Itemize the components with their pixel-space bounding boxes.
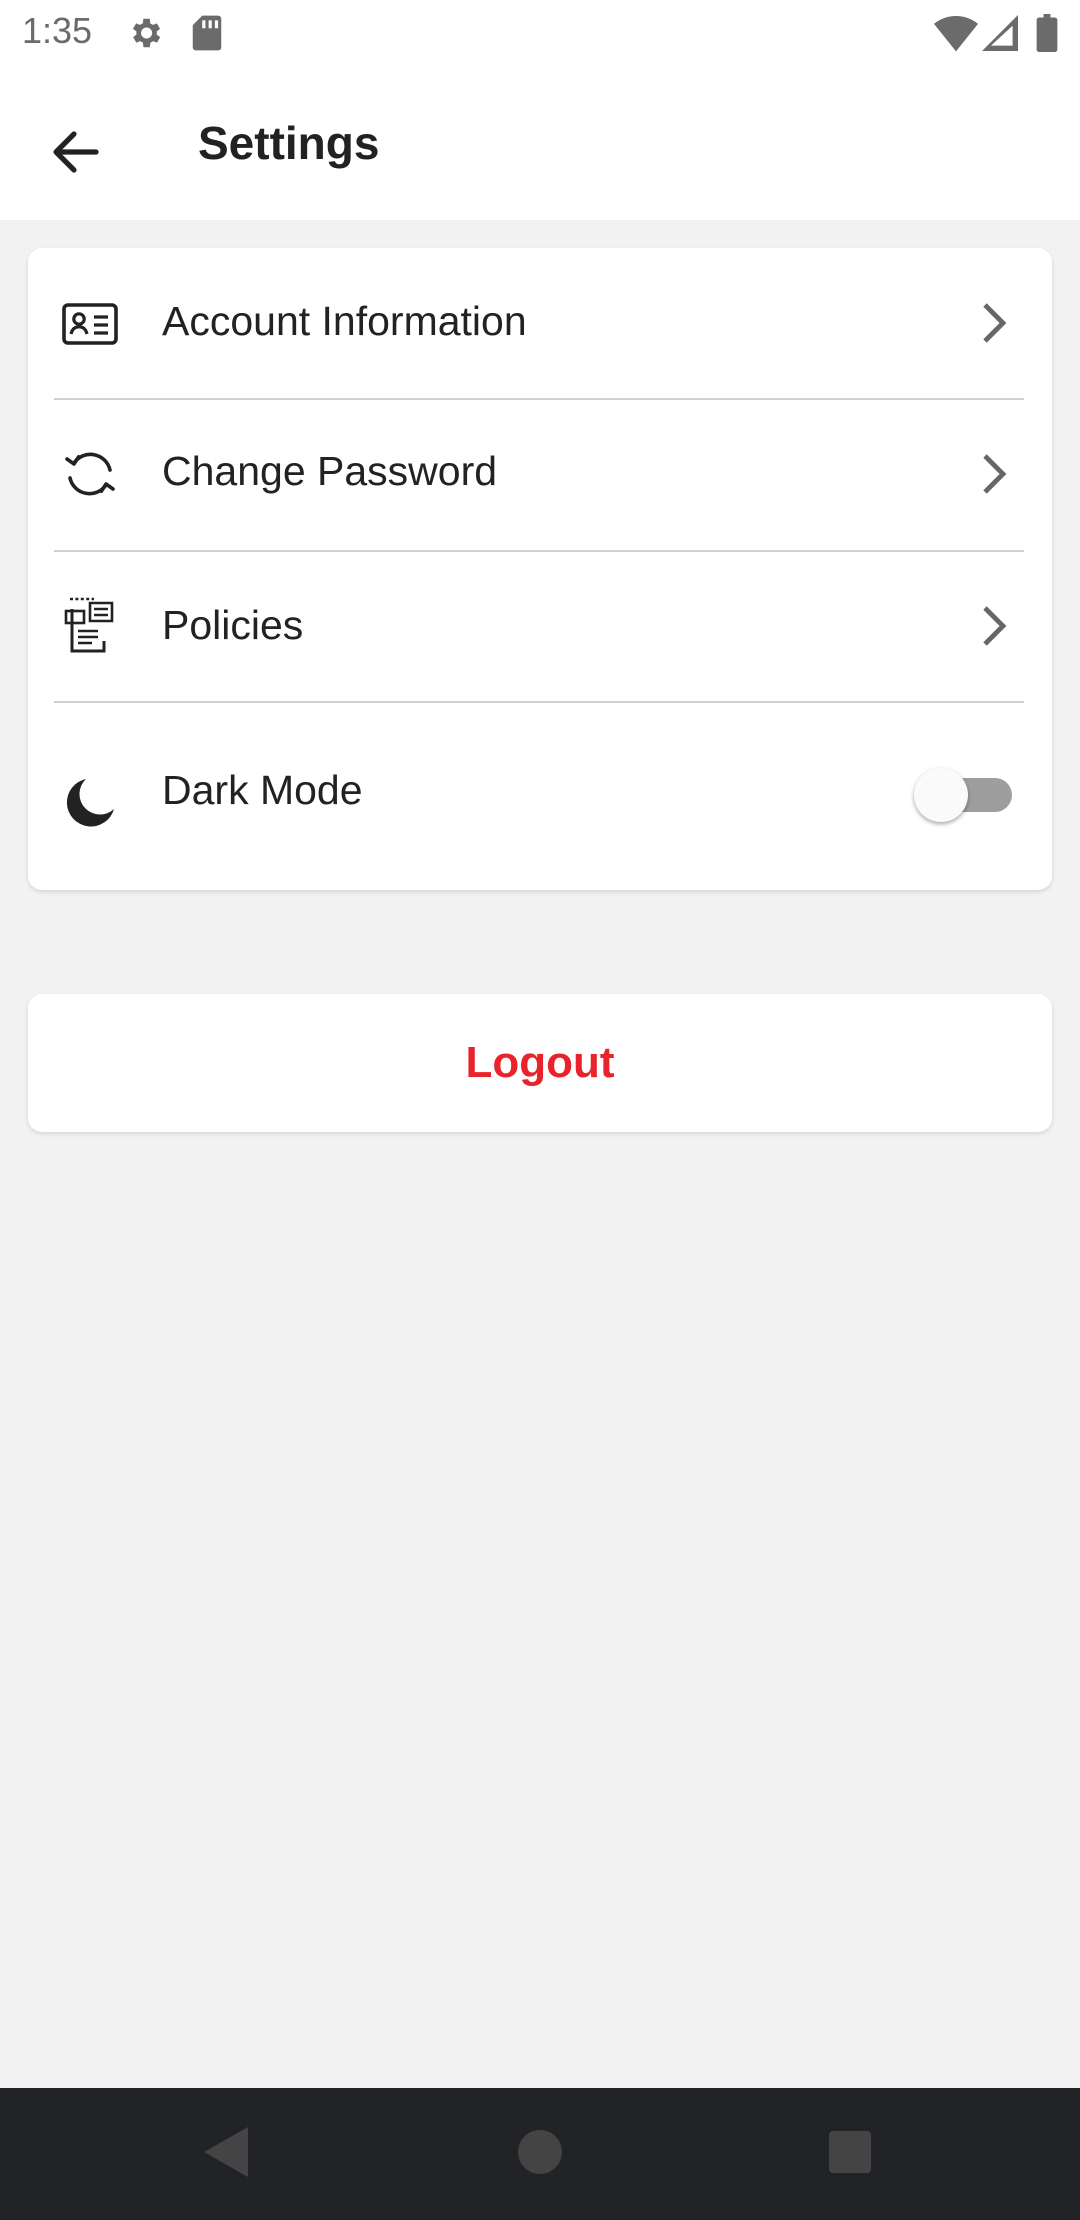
back-triangle-icon xyxy=(204,2126,248,2182)
logout-label: Logout xyxy=(465,1038,615,1087)
nav-back-button[interactable] xyxy=(196,2124,256,2184)
settings-item-label: Change Password xyxy=(162,448,498,494)
nav-recents-button[interactable] xyxy=(820,2124,880,2184)
chevron-right-icon xyxy=(974,596,1014,656)
recents-square-icon xyxy=(829,2130,871,2178)
app-bar: Settings xyxy=(0,66,1080,220)
system-nav-bar xyxy=(0,2088,1080,2220)
policy-document-icon xyxy=(52,588,128,664)
id-card-icon xyxy=(52,286,128,362)
wifi-icon xyxy=(934,14,978,57)
refresh-icon xyxy=(52,436,128,512)
chevron-right-icon xyxy=(974,293,1014,353)
sd-card-icon xyxy=(190,14,224,57)
toggle-thumb xyxy=(914,768,968,822)
signal-icon xyxy=(982,14,1018,57)
settings-item-label: Account Information xyxy=(162,298,527,344)
settings-item-account-information[interactable]: Account Information xyxy=(28,248,1052,398)
nav-home-button[interactable] xyxy=(510,2124,570,2184)
status-bar: 1:35 xyxy=(0,0,1080,66)
logout-button[interactable]: Logout xyxy=(28,994,1052,1132)
dark-mode-toggle[interactable] xyxy=(914,768,1020,822)
gear-icon xyxy=(126,14,164,57)
battery-icon xyxy=(1036,14,1058,57)
arrow-left-icon xyxy=(52,130,100,179)
settings-item-change-password[interactable]: Change Password xyxy=(28,400,1052,550)
settings-item-label: Policies xyxy=(162,602,304,648)
settings-card: Account Information Change Password Poli… xyxy=(28,248,1052,890)
back-button[interactable] xyxy=(36,114,116,194)
settings-item-label: Dark Mode xyxy=(162,767,363,813)
page-title: Settings xyxy=(198,117,380,169)
status-time: 1:35 xyxy=(22,10,93,51)
home-circle-icon xyxy=(518,2129,562,2179)
chevron-right-icon xyxy=(974,444,1014,504)
moon-icon xyxy=(52,765,128,841)
settings-item-dark-mode: Dark Mode xyxy=(28,703,1052,890)
settings-item-policies[interactable]: Policies xyxy=(28,552,1052,702)
